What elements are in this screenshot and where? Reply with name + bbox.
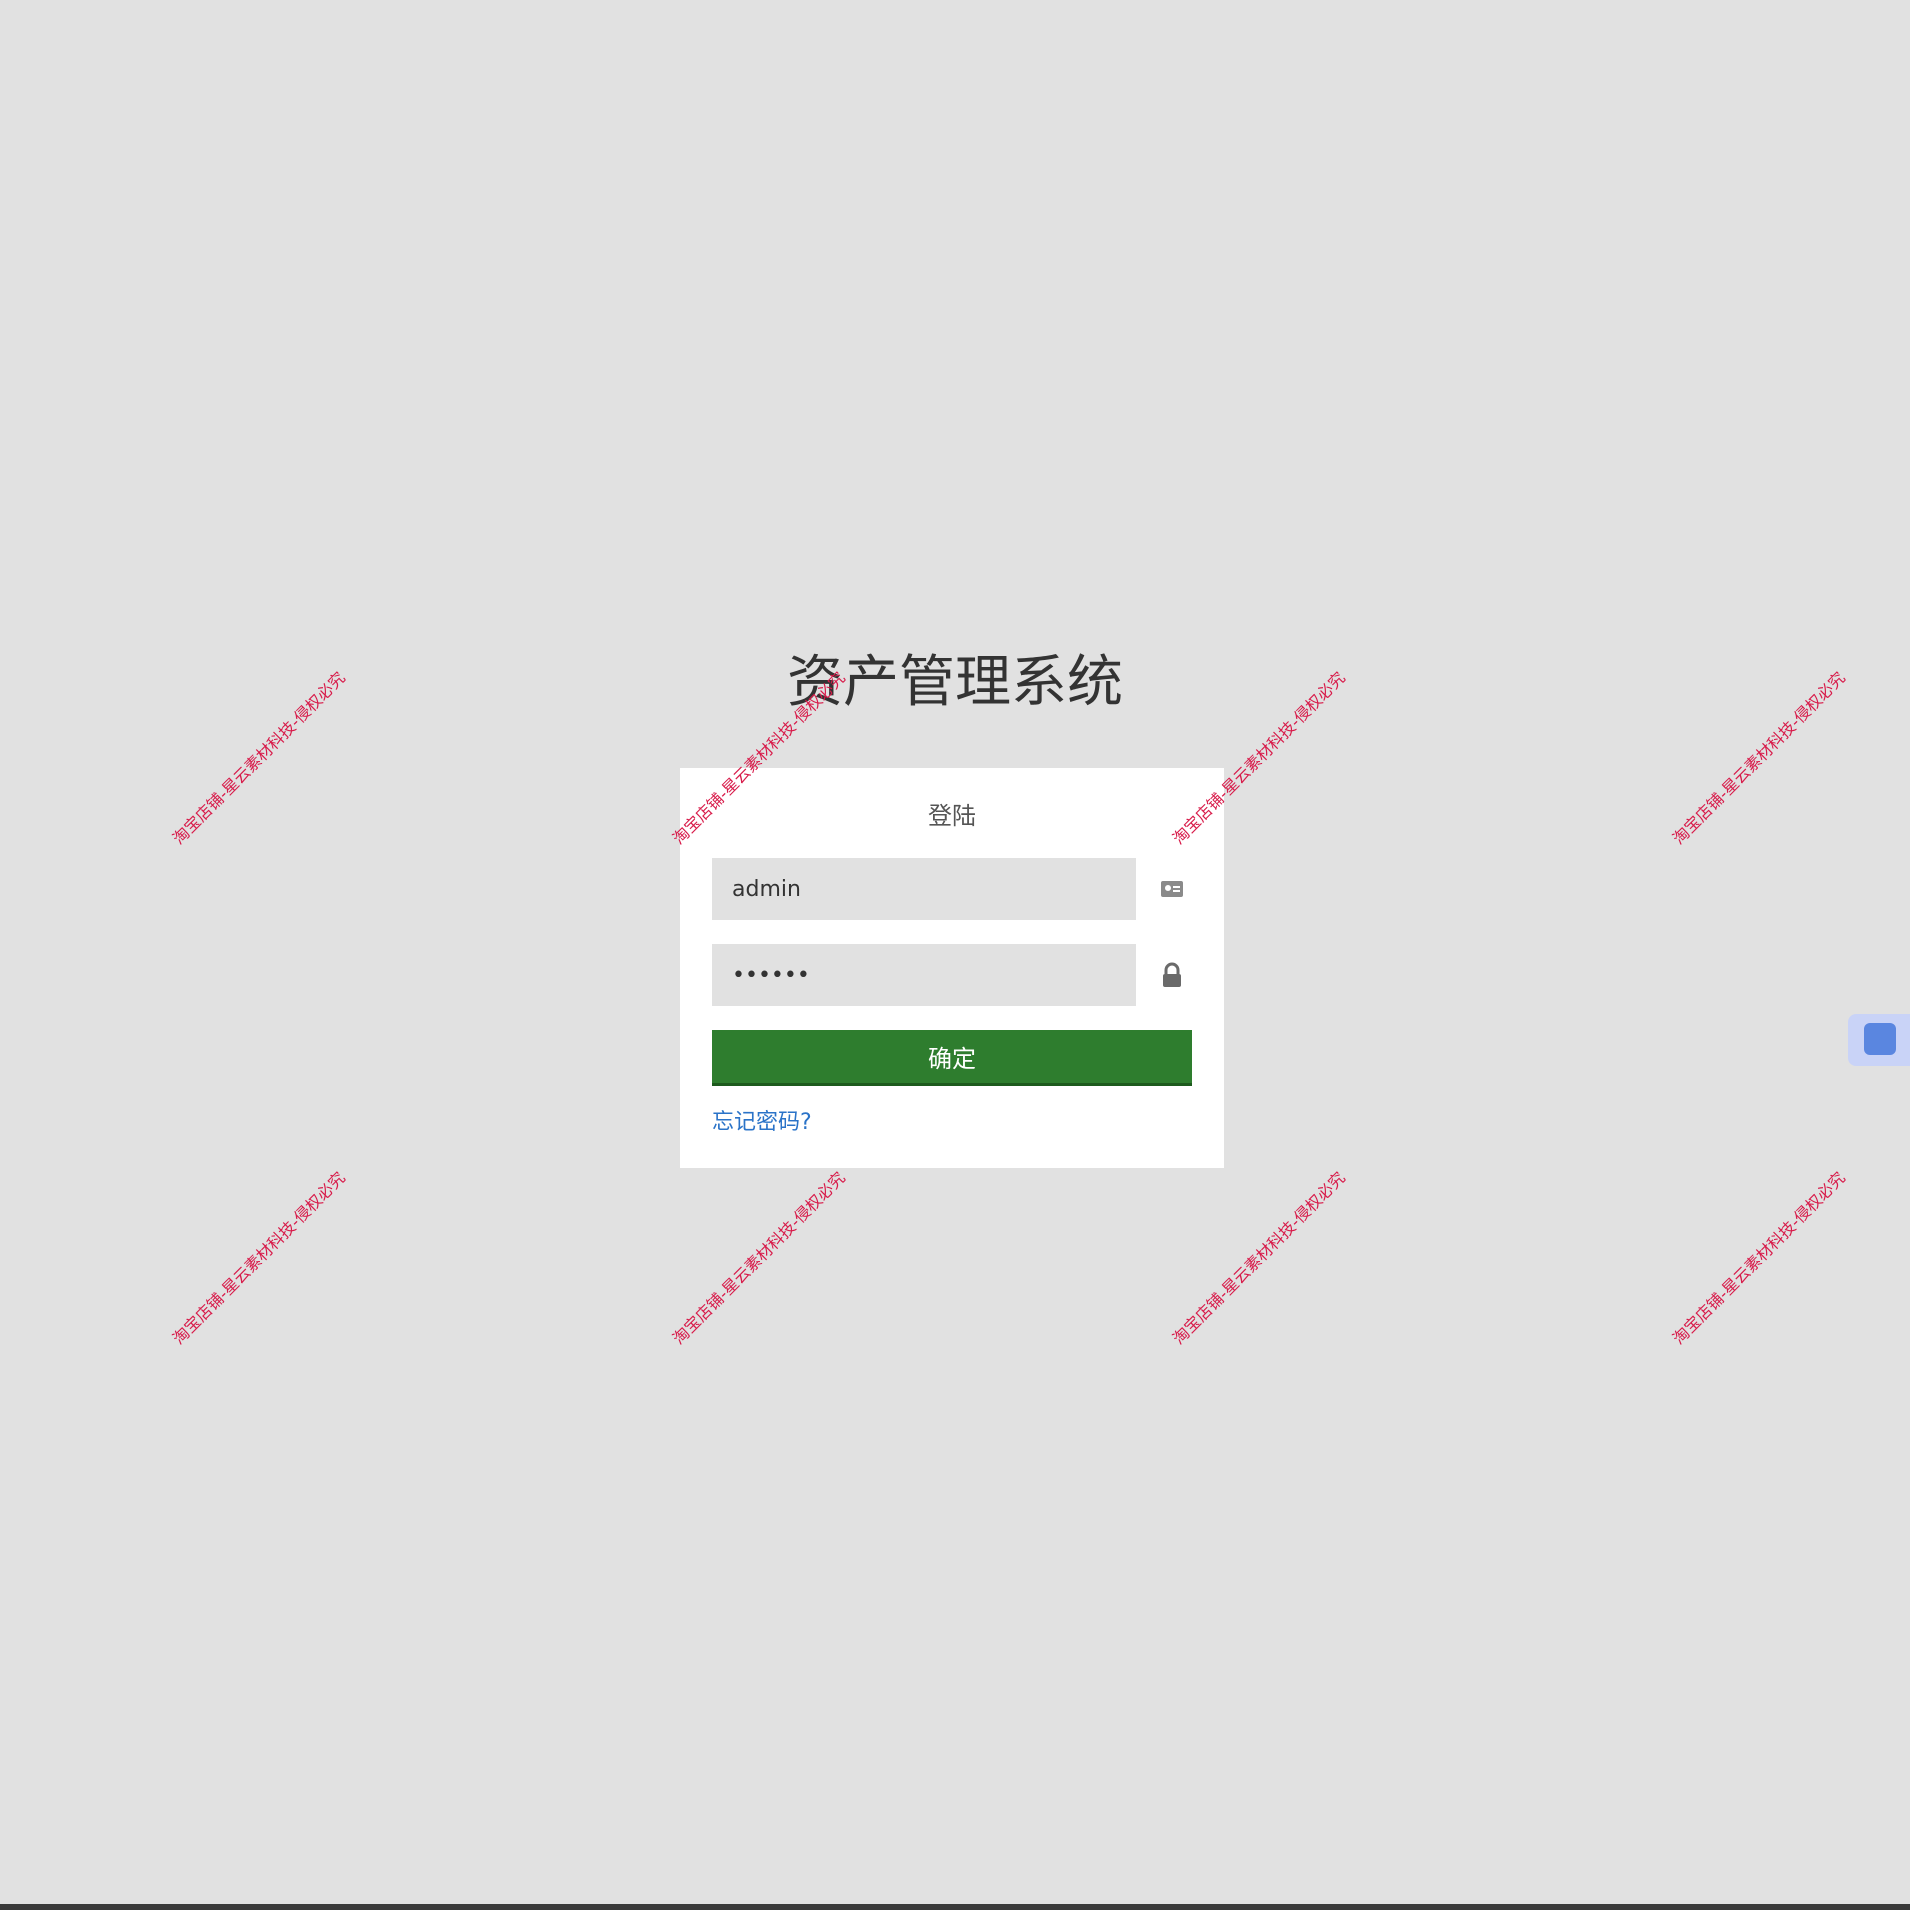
watermark: 淘宝店铺-星云素材科技-侵权必究 (668, 1168, 849, 1349)
watermark: 淘宝店铺-星云素材科技-侵权必究 (168, 1168, 349, 1349)
lock-icon (1163, 962, 1181, 987)
watermark: 淘宝店铺-星云素材科技-侵权必究 (1668, 1168, 1849, 1349)
username-row (712, 858, 1192, 920)
password-row (712, 944, 1192, 1006)
side-chat-widget[interactable] (1848, 1014, 1910, 1066)
submit-button[interactable]: 确定 (712, 1030, 1192, 1086)
chat-widget-icon (1864, 1023, 1896, 1055)
watermark: 淘宝店铺-星云素材科技-侵权必究 (1168, 1168, 1349, 1349)
login-panel: 登陆 确定 忘记密码? (680, 768, 1224, 1168)
forgot-password-link[interactable]: 忘记密码? (712, 1104, 812, 1136)
page-title: 资产管理系统 (787, 650, 1123, 715)
id-card-icon (1161, 881, 1183, 897)
username-input[interactable] (712, 858, 1136, 920)
bottom-bar (0, 1904, 1910, 1910)
password-input[interactable] (712, 944, 1136, 1006)
login-heading: 登陆 (928, 802, 976, 830)
